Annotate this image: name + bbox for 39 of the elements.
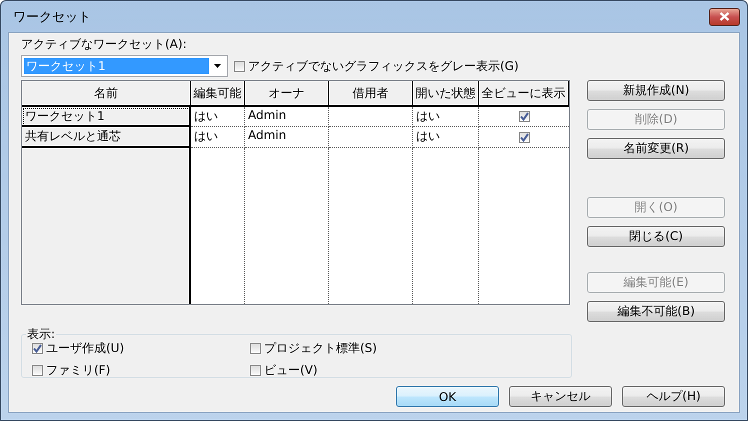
- field-label: アクティブなワークセット(A):: [21, 36, 188, 53]
- checkbox[interactable]: [518, 111, 530, 122]
- action-button[interactable]: 編集不可能(B): [587, 301, 725, 322]
- checkbox[interactable]: [250, 343, 261, 354]
- checkbox-label[interactable]: ファミリ(F): [46, 362, 110, 379]
- checkbox[interactable]: [518, 132, 530, 142]
- column-header[interactable]: 編集可能: [191, 81, 245, 107]
- checkbox-label[interactable]: ユーザ作成(U): [46, 340, 124, 357]
- checkbox-label[interactable]: アクティブでないグラフィックスをグレー表示(G): [248, 58, 519, 74]
- column-header[interactable]: 全ビューに表示: [479, 81, 570, 107]
- checkbox[interactable]: [32, 365, 43, 376]
- column-header[interactable]: オーナ: [245, 81, 329, 107]
- name-cell[interactable]: 共有レベルと通芯: [22, 127, 191, 148]
- checkbox[interactable]: [32, 343, 43, 354]
- checkbox-label[interactable]: プロジェクト標準(S): [264, 340, 377, 357]
- action-button[interactable]: 名前変更(R): [587, 138, 725, 159]
- close-icon: [719, 12, 730, 21]
- table-cell: Admin: [245, 127, 329, 148]
- table-cell: Admin: [245, 107, 329, 127]
- column-header[interactable]: 名前: [22, 81, 191, 107]
- table-cell: はい: [413, 107, 479, 127]
- dropdown-arrow-icon: [214, 64, 220, 68]
- column-header[interactable]: 借用者: [329, 81, 413, 107]
- table-cell: はい: [191, 107, 245, 127]
- table-cell: はい: [191, 127, 245, 148]
- checkbox[interactable]: [250, 365, 261, 376]
- dialog-button[interactable]: キャンセル: [509, 386, 612, 407]
- close-button[interactable]: [709, 8, 740, 26]
- dialog-button[interactable]: OK: [396, 386, 499, 407]
- name-cell[interactable]: ワークセット1: [22, 107, 191, 127]
- table-cell: はい: [413, 127, 479, 148]
- checkbox-label[interactable]: ビュー(V): [264, 362, 318, 379]
- action-button[interactable]: 新規作成(N): [587, 80, 725, 101]
- window-title: ワークセット: [13, 8, 91, 26]
- column-header[interactable]: 開いた状態: [413, 81, 479, 107]
- checkbox[interactable]: [234, 60, 245, 72]
- group-label: 表示:: [26, 326, 56, 343]
- action-button[interactable]: 閉じる(C): [587, 226, 725, 247]
- dialog-button[interactable]: ヘルプ(H): [622, 386, 725, 407]
